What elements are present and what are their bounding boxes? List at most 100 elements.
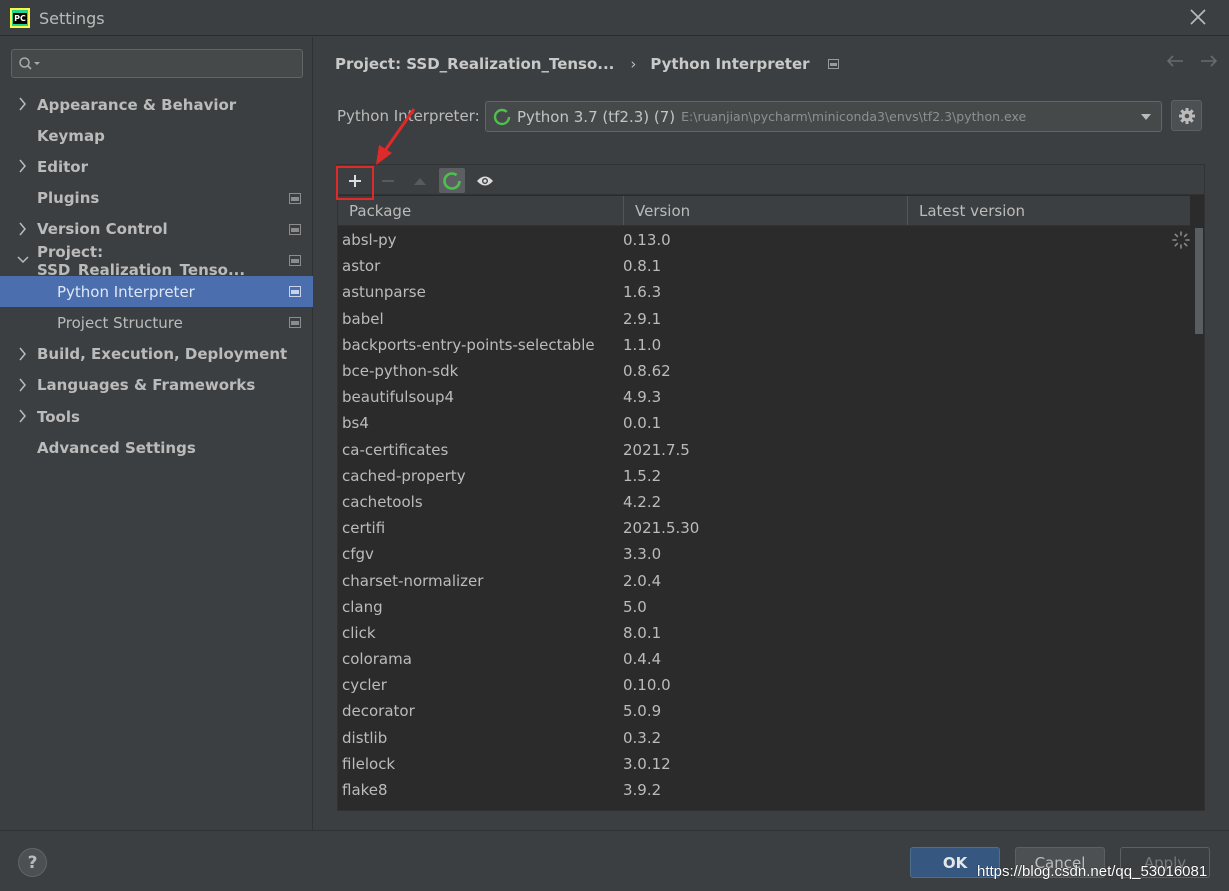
package-name-cell: charset-normalizer xyxy=(342,571,484,590)
project-scope-icon xyxy=(289,255,301,266)
chevron-right-icon[interactable] xyxy=(17,347,29,361)
window-title: Settings xyxy=(39,9,105,28)
table-row[interactable]: distlib 0.3.2 xyxy=(338,725,1190,751)
table-row[interactable]: charset-normalizer 2.0.4 xyxy=(338,567,1190,593)
sidebar-item-editor[interactable]: Editor xyxy=(0,151,313,182)
sidebar-item-advanced-settings[interactable]: Advanced Settings xyxy=(0,432,313,463)
package-version-cell: 0.8.62 xyxy=(623,362,671,381)
forward-arrow-icon[interactable] xyxy=(1199,54,1219,68)
chevron-right-icon[interactable] xyxy=(17,159,29,173)
chevron-down-icon[interactable] xyxy=(17,253,29,267)
chevron-right-icon[interactable] xyxy=(17,409,29,423)
settings-sidebar: Appearance & Behavior Keymap Editor Plugins… xyxy=(0,37,313,830)
table-row[interactable]: absl-py 0.13.0 xyxy=(338,227,1190,253)
sidebar-item-label: Tools xyxy=(37,407,80,426)
loading-spinner-icon xyxy=(1172,231,1190,249)
table-row[interactable]: backports-entry-points-selectable 1.1.0 xyxy=(338,332,1190,358)
interpreter-status-icon xyxy=(493,108,511,125)
package-name-cell: cfgv xyxy=(342,545,374,564)
table-row[interactable]: beautifulsoup4 4.9.3 xyxy=(338,384,1190,410)
package-version-cell: 0.10.0 xyxy=(623,676,671,695)
title-bar: PC Settings xyxy=(0,0,1229,36)
package-version-cell: 3.3.0 xyxy=(623,545,662,564)
search-input[interactable] xyxy=(48,52,298,75)
package-name-cell: cached-property xyxy=(342,466,466,485)
package-version-cell: 0.4.4 xyxy=(623,650,662,669)
sidebar-item-project-ssd-realization-tenso[interactable]: Project: SSD_Realization_Tenso... xyxy=(0,242,313,279)
table-row[interactable]: cached-property 1.5.2 xyxy=(338,463,1190,489)
table-row[interactable]: cachetools 4.2.2 xyxy=(338,489,1190,515)
sidebar-item-label: Keymap xyxy=(37,126,105,145)
sidebar-item-tools[interactable]: Tools xyxy=(0,401,313,432)
pycharm-logo-icon: PC xyxy=(10,8,30,28)
upgrade-icon xyxy=(414,177,426,185)
breadcrumb-project[interactable]: Project: SSD_Realization_Tenso... xyxy=(335,55,614,73)
table-row[interactable]: decorator 5.0.9 xyxy=(338,698,1190,724)
table-row[interactable]: cycler 0.10.0 xyxy=(338,672,1190,698)
package-version-cell: 0.0.1 xyxy=(623,414,662,433)
uninstall-package-button[interactable] xyxy=(375,168,401,193)
use-conda-manager-toggle[interactable] xyxy=(439,168,465,193)
table-row[interactable]: astor 0.8.1 xyxy=(338,253,1190,279)
table-row[interactable]: babel 2.9.1 xyxy=(338,306,1190,332)
sidebar-item-plugins[interactable]: Plugins xyxy=(0,183,313,214)
sidebar-item-python-interpreter[interactable]: Python Interpreter xyxy=(0,276,313,308)
package-name-cell: bce-python-sdk xyxy=(342,362,459,381)
sidebar-item-keymap[interactable]: Keymap xyxy=(0,120,313,151)
sidebar-item-build-execution-deployment[interactable]: Build, Execution, Deployment xyxy=(0,339,313,370)
package-name-cell: babel xyxy=(342,309,384,328)
table-row[interactable]: bs4 0.0.1 xyxy=(338,410,1190,436)
interpreter-settings-button[interactable] xyxy=(1171,100,1202,131)
package-version-cell: 1.1.0 xyxy=(623,335,662,354)
package-version-cell: 5.0.9 xyxy=(623,702,662,721)
package-version-cell: 0.13.0 xyxy=(623,231,671,250)
package-name-cell: decorator xyxy=(342,702,415,721)
show-early-releases-toggle[interactable] xyxy=(472,168,498,193)
scrollbar-thumb[interactable] xyxy=(1195,228,1203,334)
breadcrumb-page: Python Interpreter xyxy=(650,55,810,73)
settings-search-box[interactable] xyxy=(11,49,303,78)
chevron-right-icon[interactable] xyxy=(17,378,29,392)
packages-scrollbar[interactable] xyxy=(1194,196,1204,810)
sidebar-item-label: Languages & Frameworks xyxy=(37,376,256,395)
chevron-right-icon[interactable] xyxy=(17,97,29,111)
minus-icon xyxy=(382,179,394,182)
close-icon[interactable] xyxy=(1189,8,1207,26)
table-row[interactable]: astunparse 1.6.3 xyxy=(338,279,1190,305)
column-header-version[interactable]: Version xyxy=(624,196,908,225)
package-version-cell: 1.5.2 xyxy=(623,466,662,485)
package-name-cell: astor xyxy=(342,257,381,276)
upgrade-package-button[interactable] xyxy=(407,168,433,193)
table-row[interactable]: cfgv 3.3.0 xyxy=(338,541,1190,567)
chevron-right-icon[interactable] xyxy=(17,222,29,236)
table-row[interactable]: filelock 3.0.12 xyxy=(338,751,1190,777)
breadcrumb-separator: › xyxy=(630,55,637,73)
packages-panel: Package Version Latest version absl-py 0.… xyxy=(337,164,1205,811)
table-row[interactable]: colorama 0.4.4 xyxy=(338,646,1190,672)
help-button[interactable]: ? xyxy=(18,848,47,877)
annotation-highlight-box xyxy=(336,166,374,200)
table-row[interactable]: ca-certificates 2021.7.5 xyxy=(338,437,1190,463)
table-row[interactable]: click 8.0.1 xyxy=(338,620,1190,646)
interpreter-dropdown[interactable]: Python 3.7 (tf2.3) (7) E:\ruanjian\pycha… xyxy=(485,101,1162,132)
column-header-latest-version[interactable]: Latest version xyxy=(908,196,1190,225)
interpreter-name: Python 3.7 (tf2.3) (7) xyxy=(517,107,676,126)
package-name-cell: backports-entry-points-selectable xyxy=(342,335,595,354)
column-header-package[interactable]: Package xyxy=(338,196,624,225)
breadcrumb: Project: SSD_Realization_Tenso... › Pyth… xyxy=(335,55,839,73)
back-arrow-icon[interactable] xyxy=(1165,54,1185,68)
table-row[interactable]: certifi 2021.5.30 xyxy=(338,515,1190,541)
sidebar-item-label: Project: SSD_Realization_Tenso... xyxy=(37,242,246,279)
table-row[interactable]: bce-python-sdk 0.8.62 xyxy=(338,358,1190,384)
package-name-cell: beautifulsoup4 xyxy=(342,388,455,407)
table-row[interactable]: clang 5.0 xyxy=(338,594,1190,620)
chevron-down-icon xyxy=(1141,114,1151,120)
sidebar-item-languages-frameworks[interactable]: Languages & Frameworks xyxy=(0,370,313,401)
package-version-cell: 0.8.1 xyxy=(623,257,662,276)
package-version-cell: 8.0.1 xyxy=(623,623,662,642)
sidebar-item-version-control[interactable]: Version Control xyxy=(0,214,313,245)
sidebar-item-project-structure[interactable]: Project Structure xyxy=(0,307,313,338)
table-row[interactable]: flake8 3.9.2 xyxy=(338,777,1190,803)
package-name-cell: ca-certificates xyxy=(342,440,449,459)
sidebar-item-appearance-behavior[interactable]: Appearance & Behavior xyxy=(0,89,313,120)
